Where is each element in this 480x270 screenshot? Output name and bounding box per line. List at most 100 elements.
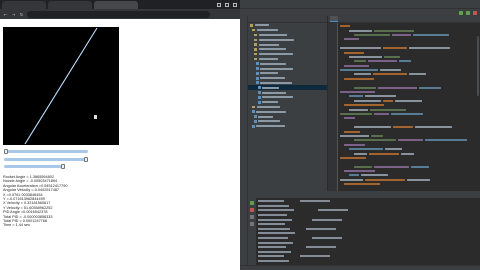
code-token: [349, 29, 372, 32]
ide-toolbar: [240, 8, 480, 16]
tree-item-label: [256, 29, 278, 32]
tree-item-label: [260, 81, 292, 84]
tree-item-label: [258, 38, 294, 41]
back-icon[interactable]: ←: [3, 12, 8, 17]
tree-item-label: [262, 96, 293, 99]
tree-item-label: [258, 33, 287, 36]
tree-item-label: [256, 110, 286, 113]
stop-icon[interactable]: [473, 10, 477, 15]
console-token: [258, 255, 284, 258]
code-token: [407, 178, 430, 181]
slider-3-thumb[interactable]: [61, 164, 65, 169]
readout-time: Time = 1.44 sec: [3, 223, 30, 228]
debug-icon[interactable]: [466, 10, 470, 15]
telemetry-readouts: Rocket Angle = 1.3865594802 Nozzle Angle…: [3, 175, 123, 228]
scroll-to-end-icon[interactable]: [250, 215, 254, 219]
rerun-icon[interactable]: [250, 201, 254, 205]
slider-2[interactable]: [4, 157, 88, 162]
code-token: [383, 47, 407, 50]
code-token: [419, 86, 441, 89]
code-token: [344, 104, 384, 107]
code-token: [393, 126, 413, 129]
code-token: [380, 69, 401, 72]
folder-icon: [254, 33, 257, 37]
window-controls: [217, 0, 240, 9]
browser-tab-3[interactable]: [94, 1, 138, 9]
maximize-icon[interactable]: [225, 2, 229, 7]
code-token: [344, 183, 380, 186]
forward-icon[interactable]: →: [11, 12, 16, 17]
run-icon[interactable]: [459, 10, 463, 15]
code-token: [385, 148, 402, 151]
folder-icon: [254, 48, 257, 51]
code-token: [354, 152, 367, 155]
code-area[interactable]: [340, 24, 480, 191]
browser-toolbar: ← → ↻: [0, 9, 240, 19]
tree-item-label: [262, 101, 278, 104]
tree-item-label: [256, 125, 285, 128]
code-token: [354, 126, 391, 129]
code-token: [365, 95, 396, 98]
project-tree-item[interactable]: [248, 124, 327, 129]
console-token: [258, 214, 287, 217]
console-token: [258, 218, 292, 221]
code-token: [398, 139, 423, 142]
print-icon[interactable]: [250, 222, 254, 226]
console-output[interactable]: [258, 199, 478, 265]
code-token: [368, 60, 397, 63]
editor-tab[interactable]: [338, 16, 346, 22]
tree-item-label: [260, 67, 293, 70]
minimize-icon[interactable]: [217, 2, 221, 7]
console-token: [258, 204, 289, 207]
code-token: [344, 170, 375, 173]
code-token: [369, 152, 399, 155]
code-token: [340, 25, 350, 28]
code-token: [374, 165, 409, 168]
tree-item-label: [258, 53, 293, 56]
code-token: [344, 38, 359, 41]
folder-icon: [252, 28, 255, 32]
rocket-line: [24, 27, 98, 145]
browser-tab-1[interactable]: [2, 1, 46, 9]
console-token: [258, 232, 295, 235]
console-token: [258, 260, 289, 263]
code-token: [374, 29, 414, 32]
stop-run-icon[interactable]: [250, 208, 254, 212]
file-icon: [258, 100, 261, 104]
console-token: [258, 241, 293, 244]
code-editor[interactable]: [328, 16, 480, 191]
code-token: [425, 139, 467, 142]
reload-icon[interactable]: ↻: [19, 12, 24, 17]
close-icon[interactable]: [233, 2, 237, 7]
code-token: [344, 117, 355, 120]
editor-tab-bar: [328, 16, 480, 23]
run-panel-tool-strip: [248, 198, 256, 266]
file-icon: [256, 71, 259, 75]
run-panel-header: [248, 192, 480, 198]
console-token: [258, 227, 290, 230]
slider-1-thumb[interactable]: [4, 149, 8, 154]
code-token: [349, 55, 382, 58]
tree-item-label: [258, 48, 286, 51]
editor-scrollbar[interactable]: [477, 36, 479, 96]
folder-icon: [252, 105, 255, 109]
browser-tab-2[interactable]: [48, 1, 92, 9]
simulation-canvas[interactable]: [3, 27, 119, 145]
code-token: [395, 99, 422, 102]
file-icon: [256, 81, 259, 85]
tree-item-label: [262, 86, 279, 89]
slider-2-thumb[interactable]: [84, 157, 88, 162]
code-token: [411, 165, 429, 168]
address-bar[interactable]: [27, 10, 210, 18]
slider-1[interactable]: [4, 149, 88, 154]
code-token: [349, 108, 368, 111]
code-token: [354, 60, 366, 63]
code-token: [354, 86, 376, 89]
ide-left-tool-strip: [240, 16, 248, 266]
code-token: [354, 165, 372, 168]
code-token: [344, 77, 374, 80]
code-token: [340, 113, 372, 115]
slider-3[interactable]: [4, 164, 65, 169]
editor-tab-active[interactable]: [330, 16, 338, 22]
file-icon: [256, 67, 259, 71]
